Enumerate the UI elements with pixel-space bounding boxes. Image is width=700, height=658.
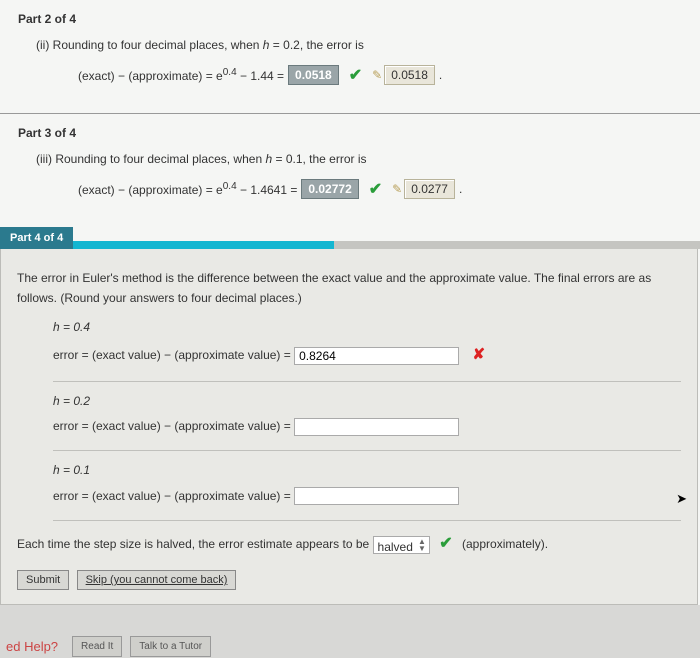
need-help-label: ed Help? [0, 635, 64, 658]
read-it-button[interactable]: Read It [72, 636, 122, 657]
solution-wrapper: ✎0.0518 [372, 65, 435, 85]
part-2-equation: (exact) − (approximate) = e0.4 − 1.44 = … [18, 65, 682, 85]
part-2-section: Part 2 of 4 (ii) Rounding to four decima… [0, 0, 700, 114]
error-input-2[interactable] [294, 418, 459, 436]
book-icon: ✎ [372, 68, 382, 82]
skip-button[interactable]: Skip (you cannot come back) [77, 570, 237, 590]
progress-bar-fill [73, 241, 334, 249]
prompt-text-2: = 0.2, the error is [269, 38, 363, 52]
book-icon: ✎ [392, 182, 402, 196]
part-4-tab-bar: Part 4 of 4 [0, 227, 700, 249]
check-icon: ✔ [369, 179, 382, 199]
submit-button[interactable]: Submit [17, 570, 69, 590]
error-item: h = 0.2 error = (exact value) − (approxi… [53, 392, 681, 451]
tail-after: (approximately). [462, 537, 548, 551]
halved-select[interactable]: halved ▲▼ [373, 536, 430, 554]
x-icon: ✘ [472, 343, 485, 367]
part-3-prompt: (iii) Rounding to four decimal places, w… [18, 150, 682, 169]
prompt-text: (iii) Rounding to four decimal places, w… [36, 152, 265, 166]
tail-before: Each time the step size is halved, the e… [17, 537, 373, 551]
part-4-tab[interactable]: Part 4 of 4 [0, 227, 73, 249]
error-line: error = (exact value) − (approximate val… [53, 348, 294, 362]
button-row: Submit Skip (you cannot come back) [17, 570, 681, 590]
error-line: error = (exact value) − (approximate val… [53, 419, 294, 433]
solution-box: 0.0518 [384, 65, 435, 85]
equation-lhs: (exact) − (approximate) = e0.4 − 1.44 = [78, 67, 284, 83]
select-arrows-icon: ▲▼ [418, 538, 426, 552]
part-3-equation: (exact) − (approximate) = e0.4 − 1.4641 … [18, 179, 682, 199]
exponent: 0.4 [223, 67, 237, 78]
error-line: error = (exact value) − (approximate val… [53, 489, 294, 503]
period: . [459, 182, 462, 196]
talk-tutor-button[interactable]: Talk to a Tutor [130, 636, 211, 657]
h-line: h = 0.4 [53, 320, 90, 334]
answer-box-correct: 0.02772 [301, 179, 358, 199]
part-4-intro: The error in Euler's method is the diffe… [17, 269, 681, 307]
error-input-1[interactable] [294, 347, 459, 365]
solution-box: 0.0277 [404, 179, 455, 199]
prompt-text-2: = 0.1, the error is [272, 152, 366, 166]
answer-box-correct: 0.0518 [288, 65, 339, 85]
exponent: 0.4 [223, 181, 237, 192]
part-3-section: Part 3 of 4 (iii) Rounding to four decim… [0, 114, 700, 227]
part-2-heading: Part 2 of 4 [18, 12, 682, 26]
solution-wrapper: ✎0.0277 [392, 179, 455, 199]
part-3-heading: Part 3 of 4 [18, 126, 682, 140]
cursor-icon: ➤ [676, 489, 687, 510]
equation-lhs: (exact) − (approximate) = e0.4 − 1.4641 … [78, 181, 297, 197]
check-icon: ✔ [439, 531, 452, 557]
progress-bar-rest [334, 241, 700, 249]
check-icon: ✔ [349, 65, 362, 85]
part-4-section: The error in Euler's method is the diffe… [0, 249, 698, 605]
part-2-prompt: (ii) Rounding to four decimal places, wh… [18, 36, 682, 55]
prompt-text: (ii) Rounding to four decimal places, wh… [36, 38, 263, 52]
h-line: h = 0.2 [53, 394, 90, 408]
h-line: h = 0.1 [53, 463, 90, 477]
help-bar: ed Help? Read It Talk to a Tutor [0, 635, 700, 658]
select-value: halved [378, 540, 413, 554]
period: . [439, 68, 442, 82]
error-input-3[interactable] [294, 487, 459, 505]
error-item: h = 0.1 error = (exact value) − (approxi… [53, 461, 681, 520]
error-item: h = 0.4 error = (exact value) − (approxi… [53, 318, 681, 382]
